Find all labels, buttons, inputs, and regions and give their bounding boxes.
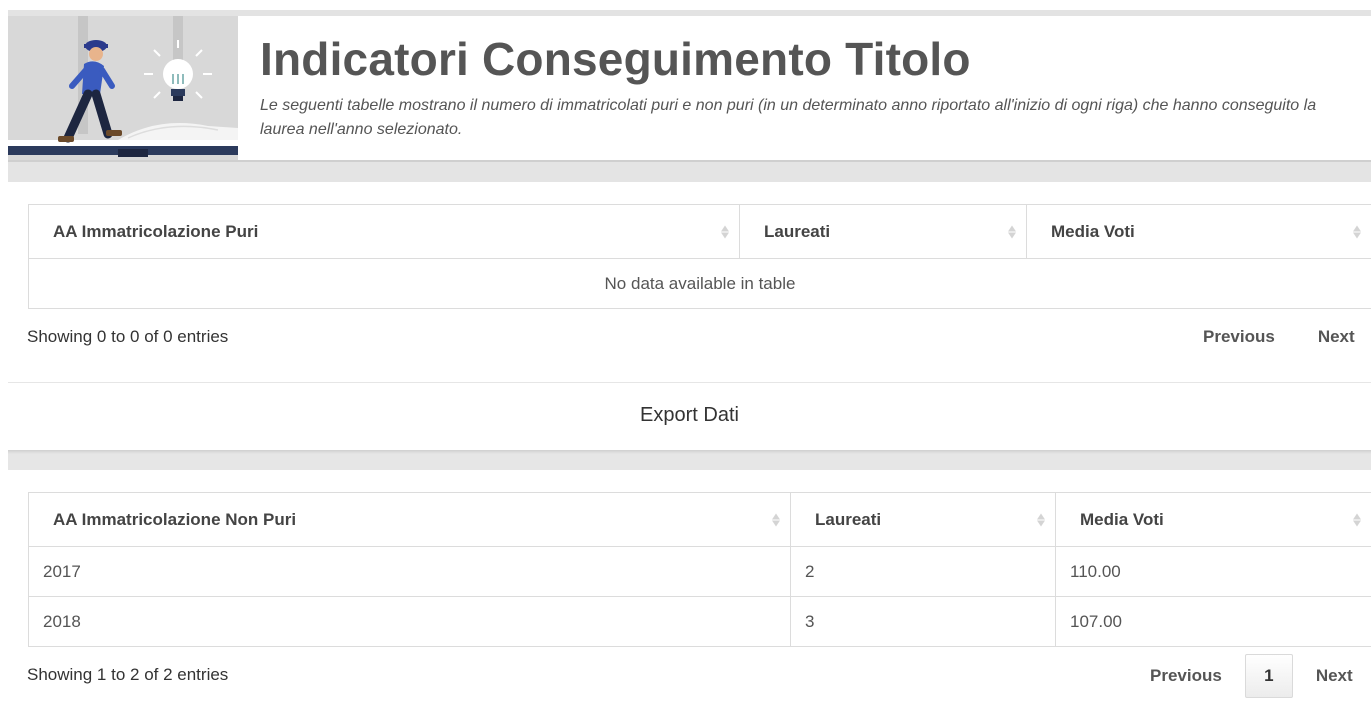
cell-media-voti: 110.00 (1055, 546, 1371, 597)
table-header-row: AA Immatricolazione Puri Laureati Media … (28, 204, 1371, 259)
sort-icon (1353, 225, 1361, 238)
page-1-button[interactable]: 1 (1244, 654, 1293, 698)
cell-laureati: 3 (790, 596, 1056, 647)
column-header-aa-immatricolazione-non-puri[interactable]: AA Immatricolazione Non Puri (28, 492, 791, 547)
sort-icon (772, 513, 780, 526)
column-header-label: Laureati (815, 509, 882, 529)
page-title: Indicatori Conseguimento Titolo (260, 33, 971, 85)
section-divider (8, 450, 1371, 470)
column-header-laureati[interactable]: Laureati (739, 204, 1027, 259)
next-button[interactable]: Next (1318, 327, 1355, 347)
column-header-label: Media Voti (1080, 509, 1164, 529)
cell-media-voti: 107.00 (1055, 596, 1371, 647)
empty-table-message: No data available in table (28, 258, 1371, 309)
walking-graduate-illustration (8, 16, 238, 160)
pagination-puri: Previous Next (1203, 327, 1355, 347)
export-data-button[interactable]: Export Dati (8, 382, 1371, 448)
page-subtitle: Le seguenti tabelle mostrano il numero d… (260, 97, 1317, 138)
next-button[interactable]: Next (1316, 666, 1353, 686)
table-row: 2017 2 110.00 (28, 546, 1371, 597)
table-info-puri: Showing 0 to 0 of 0 entries (27, 327, 229, 346)
sort-icon (1353, 513, 1361, 526)
column-header-media-voti[interactable]: Media Voti (1055, 492, 1371, 547)
sort-icon (1037, 513, 1045, 526)
table-info-non-puri: Showing 1 to 2 of 2 entries (27, 665, 229, 684)
table-row: No data available in table (28, 258, 1371, 309)
column-header-label: AA Immatricolazione Non Puri (53, 509, 297, 529)
column-header-label: AA Immatricolazione Puri (53, 221, 259, 241)
column-header-media-voti[interactable]: Media Voti (1026, 204, 1371, 259)
column-header-laureati[interactable]: Laureati (790, 492, 1056, 547)
pagination-non-puri: Previous 1 Next (1150, 654, 1353, 698)
header-illustration (8, 16, 238, 160)
cell-aa-immatricolazione: 2017 (28, 546, 791, 597)
previous-button[interactable]: Previous (1150, 666, 1222, 686)
sort-icon (721, 225, 729, 238)
table-non-puri: AA Immatricolazione Non Puri Laureati Me… (28, 492, 1371, 647)
table-puri: AA Immatricolazione Puri Laureati Media … (28, 204, 1371, 309)
previous-button[interactable]: Previous (1203, 327, 1275, 347)
column-header-label: Media Voti (1051, 221, 1135, 241)
column-header-aa-immatricolazione-puri[interactable]: AA Immatricolazione Puri (28, 204, 740, 259)
column-header-label: Laureati (764, 221, 831, 241)
sort-icon (1008, 225, 1016, 238)
cell-aa-immatricolazione: 2018 (28, 596, 791, 647)
cell-laureati: 2 (790, 546, 1056, 597)
table-row: 2018 3 107.00 (28, 596, 1371, 647)
section-divider (8, 162, 1371, 182)
top-strip (0, 0, 1371, 10)
table-header-row: AA Immatricolazione Non Puri Laureati Me… (28, 492, 1371, 547)
page-header: Indicatori Conseguimento Titolo Le segue… (8, 10, 1371, 162)
